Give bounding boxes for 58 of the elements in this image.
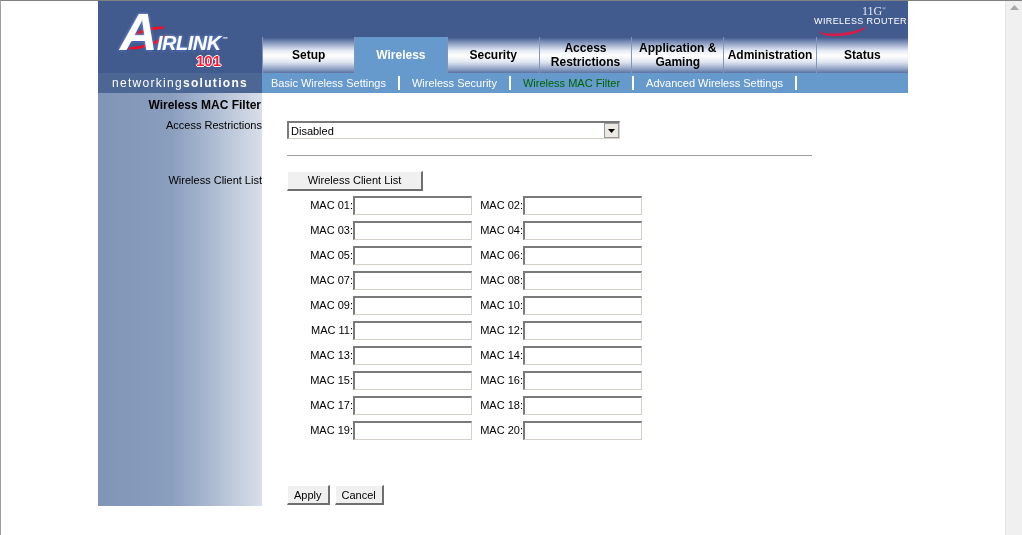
mac-input[interactable] — [353, 221, 472, 240]
mac-label: MAC 04: — [480, 224, 523, 237]
mac-label: MAC 16: — [480, 374, 523, 387]
mac-input[interactable] — [523, 196, 642, 215]
model-number: 101 — [196, 53, 222, 68]
mac-input[interactable] — [523, 421, 642, 440]
mac-input[interactable] — [523, 271, 642, 290]
mac-input[interactable] — [523, 296, 642, 315]
mac-label: MAC 20: — [480, 424, 523, 437]
product-model: 11G$^{®}$ — [861, 4, 886, 16]
apply-button[interactable]: Apply — [287, 485, 330, 505]
mac-input[interactable] — [353, 271, 472, 290]
mac-input[interactable] — [353, 421, 472, 440]
nav-tab[interactable]: Application & Gaming — [631, 37, 724, 73]
mac-input[interactable] — [523, 246, 642, 265]
mac-input[interactable] — [523, 321, 642, 340]
mac-input[interactable] — [353, 371, 472, 390]
mac-input[interactable] — [523, 396, 642, 415]
mac-label: MAC 19: — [310, 424, 353, 437]
nav-tab[interactable]: Security — [446, 37, 539, 73]
mac-label: MAC 14: — [480, 349, 523, 362]
mac-input[interactable] — [353, 196, 472, 215]
mac-label: MAC 15: — [310, 374, 353, 387]
field-label: Wireless Client List — [168, 173, 262, 187]
mac-input[interactable] — [353, 321, 472, 340]
mac-input[interactable] — [353, 396, 472, 415]
mac-label: MAC 09: — [310, 299, 353, 312]
field-label: Access Restrictions — [166, 118, 262, 132]
cancel-button[interactable]: Cancel — [334, 485, 384, 505]
client-list-button[interactable]: Wireless Client List — [287, 170, 423, 191]
mac-label: MAC 10: — [480, 299, 523, 312]
mac-label: MAC 06: — [480, 249, 523, 262]
mac-label: MAC 18: — [480, 399, 523, 412]
mac-label: MAC 11: — [311, 324, 353, 337]
section-title: Wireless MAC Filter — [148, 98, 261, 112]
nav-tab[interactable]: Administration — [723, 37, 816, 73]
mac-input[interactable] — [523, 346, 642, 365]
nav-tab[interactable]: Access Restrictions — [538, 37, 632, 73]
mac-label: MAC 12: — [480, 324, 523, 337]
mac-input[interactable] — [523, 371, 642, 390]
mac-label: MAC 13: — [310, 349, 353, 362]
mac-label: MAC 08: — [480, 274, 523, 287]
nav-tab[interactable]: Setup — [262, 37, 355, 73]
tagline: networkingsolutions — [98, 73, 262, 93]
mac-input[interactable] — [353, 246, 472, 265]
mac-label: MAC 01: — [310, 199, 353, 212]
mac-label: MAC 03: — [310, 224, 353, 237]
access-restrictions-select[interactable]: Disabled — [287, 121, 620, 139]
nav-tab[interactable]: Status — [815, 37, 908, 73]
mac-label: MAC 17: — [310, 399, 353, 412]
mac-label: MAC 07: — [310, 274, 353, 287]
mac-input[interactable] — [353, 346, 472, 365]
mac-input[interactable] — [523, 221, 642, 240]
mac-label: MAC 02: — [480, 199, 523, 212]
mac-label: MAC 05: — [310, 249, 353, 262]
mac-input[interactable] — [353, 296, 472, 315]
product-logo: WIRELESS ROUTER — [814, 16, 907, 36]
scrollbar[interactable] — [1005, 1, 1022, 535]
